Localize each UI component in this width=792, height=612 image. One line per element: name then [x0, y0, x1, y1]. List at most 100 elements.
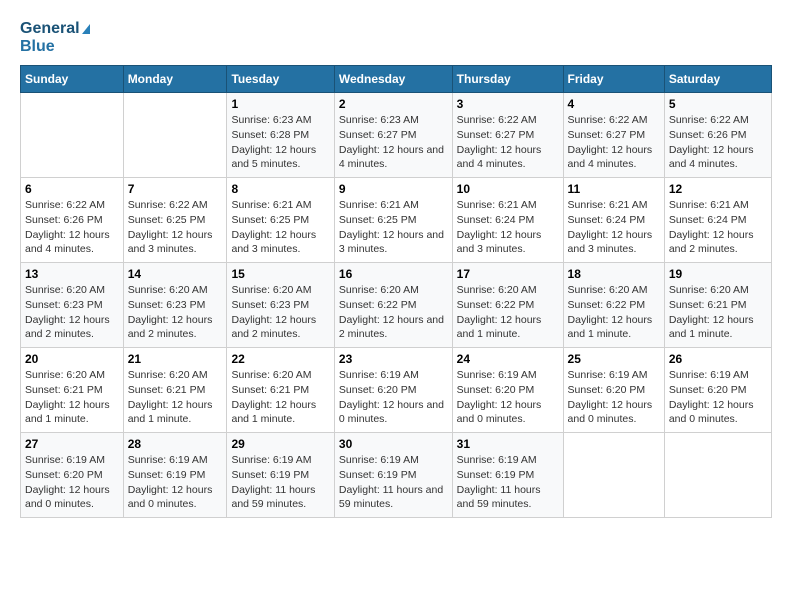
calendar-cell: 18 Sunrise: 6:20 AMSunset: 6:22 PMDayligh…	[563, 263, 664, 348]
day-number: 25	[568, 352, 660, 366]
day-number: 26	[669, 352, 767, 366]
calendar-week-row: 13 Sunrise: 6:20 AMSunset: 6:23 PMDayligh…	[21, 263, 772, 348]
calendar-week-row: 6 Sunrise: 6:22 AMSunset: 6:26 PMDaylight…	[21, 178, 772, 263]
day-number: 12	[669, 182, 767, 196]
weekday-header: Monday	[123, 66, 227, 93]
calendar-cell: 24 Sunrise: 6:19 AMSunset: 6:20 PMDayligh…	[452, 348, 563, 433]
calendar-table: SundayMondayTuesdayWednesdayThursdayFrid…	[20, 65, 772, 518]
calendar-cell: 22 Sunrise: 6:20 AMSunset: 6:21 PMDayligh…	[227, 348, 334, 433]
day-info: Sunrise: 6:19 AMSunset: 6:19 PMDaylight:…	[457, 453, 559, 512]
day-info: Sunrise: 6:22 AMSunset: 6:26 PMDaylight:…	[25, 198, 119, 257]
day-info: Sunrise: 6:20 AMSunset: 6:23 PMDaylight:…	[128, 283, 223, 342]
weekday-header: Sunday	[21, 66, 124, 93]
calendar-week-row: 20Sunrise: 6:20 AMSunset: 6:21 PMDayligh…	[21, 348, 772, 433]
weekday-header: Wednesday	[334, 66, 452, 93]
calendar-cell: 29 Sunrise: 6:19 AMSunset: 6:19 PMDayligh…	[227, 433, 334, 518]
day-info: Sunrise: 6:19 AMSunset: 6:20 PMDaylight:…	[669, 368, 767, 427]
day-number: 23	[339, 352, 448, 366]
day-number: 1	[231, 97, 329, 111]
calendar-cell: 11 Sunrise: 6:21 AMSunset: 6:24 PMDayligh…	[563, 178, 664, 263]
weekday-header: Thursday	[452, 66, 563, 93]
calendar-cell: 27 Sunrise: 6:19 AMSunset: 6:20 PMDayligh…	[21, 433, 124, 518]
calendar-cell	[123, 93, 227, 178]
day-number: 13	[25, 267, 119, 281]
calendar-cell: 14 Sunrise: 6:20 AMSunset: 6:23 PMDayligh…	[123, 263, 227, 348]
calendar-cell: 9 Sunrise: 6:21 AMSunset: 6:25 PMDaylight…	[334, 178, 452, 263]
calendar-cell: 25Sunrise: 6:19 AMSunset: 6:20 PMDayligh…	[563, 348, 664, 433]
weekday-header: Friday	[563, 66, 664, 93]
day-number: 29	[231, 437, 329, 451]
calendar-cell: 21Sunrise: 6:20 AMSunset: 6:21 PMDayligh…	[123, 348, 227, 433]
day-number: 19	[669, 267, 767, 281]
day-number: 7	[128, 182, 223, 196]
calendar-cell: 31 Sunrise: 6:19 AMSunset: 6:19 PMDayligh…	[452, 433, 563, 518]
day-info: Sunrise: 6:20 AMSunset: 6:21 PMDaylight:…	[231, 368, 329, 427]
day-info: Sunrise: 6:20 AMSunset: 6:21 PMDaylight:…	[128, 368, 223, 427]
day-info: Sunrise: 6:20 AMSunset: 6:22 PMDaylight:…	[568, 283, 660, 342]
calendar-cell: 10 Sunrise: 6:21 AMSunset: 6:24 PMDayligh…	[452, 178, 563, 263]
day-number: 6	[25, 182, 119, 196]
day-number: 24	[457, 352, 559, 366]
calendar-cell: 1 Sunrise: 6:23 AMSunset: 6:28 PMDaylight…	[227, 93, 334, 178]
day-number: 31	[457, 437, 559, 451]
day-info: Sunrise: 6:20 AMSunset: 6:22 PMDaylight:…	[339, 283, 448, 342]
calendar-cell: 19 Sunrise: 6:20 AMSunset: 6:21 PMDayligh…	[664, 263, 771, 348]
day-info: Sunrise: 6:19 AMSunset: 6:19 PMDaylight:…	[231, 453, 329, 512]
day-info: Sunrise: 6:19 AMSunset: 6:20 PMDaylight:…	[25, 453, 119, 512]
day-info: Sunrise: 6:21 AMSunset: 6:24 PMDaylight:…	[457, 198, 559, 257]
day-info: Sunrise: 6:20 AMSunset: 6:23 PMDaylight:…	[231, 283, 329, 342]
day-info: Sunrise: 6:23 AMSunset: 6:28 PMDaylight:…	[231, 113, 329, 172]
day-number: 18	[568, 267, 660, 281]
day-info: Sunrise: 6:20 AMSunset: 6:21 PMDaylight:…	[25, 368, 119, 427]
calendar-week-row: 1 Sunrise: 6:23 AMSunset: 6:28 PMDaylight…	[21, 93, 772, 178]
day-number: 30	[339, 437, 448, 451]
calendar-cell	[563, 433, 664, 518]
day-number: 14	[128, 267, 223, 281]
day-info: Sunrise: 6:19 AMSunset: 6:19 PMDaylight:…	[128, 453, 223, 512]
calendar-cell: 12 Sunrise: 6:21 AMSunset: 6:24 PMDayligh…	[664, 178, 771, 263]
day-info: Sunrise: 6:21 AMSunset: 6:25 PMDaylight:…	[231, 198, 329, 257]
logo-general: General	[20, 20, 90, 38]
calendar-cell: 17Sunrise: 6:20 AMSunset: 6:22 PMDayligh…	[452, 263, 563, 348]
calendar-cell: 4 Sunrise: 6:22 AMSunset: 6:27 PMDaylight…	[563, 93, 664, 178]
calendar-cell: 26 Sunrise: 6:19 AMSunset: 6:20 PMDayligh…	[664, 348, 771, 433]
day-info: Sunrise: 6:19 AMSunset: 6:20 PMDaylight:…	[457, 368, 559, 427]
day-number: 16	[339, 267, 448, 281]
day-info: Sunrise: 6:23 AMSunset: 6:27 PMDaylight:…	[339, 113, 448, 172]
calendar-cell: 23Sunrise: 6:19 AMSunset: 6:20 PMDayligh…	[334, 348, 452, 433]
calendar-cell: 16 Sunrise: 6:20 AMSunset: 6:22 PMDayligh…	[334, 263, 452, 348]
day-number: 22	[231, 352, 329, 366]
day-info: Sunrise: 6:21 AMSunset: 6:24 PMDaylight:…	[669, 198, 767, 257]
day-number: 3	[457, 97, 559, 111]
day-number: 9	[339, 182, 448, 196]
day-info: Sunrise: 6:22 AMSunset: 6:27 PMDaylight:…	[457, 113, 559, 172]
day-number: 28	[128, 437, 223, 451]
calendar-cell: 13 Sunrise: 6:20 AMSunset: 6:23 PMDayligh…	[21, 263, 124, 348]
day-number: 8	[231, 182, 329, 196]
page-header: General Blue	[20, 20, 772, 55]
day-info: Sunrise: 6:20 AMSunset: 6:22 PMDaylight:…	[457, 283, 559, 342]
calendar-cell	[664, 433, 771, 518]
calendar-week-row: 27 Sunrise: 6:19 AMSunset: 6:20 PMDayligh…	[21, 433, 772, 518]
weekday-header-row: SundayMondayTuesdayWednesdayThursdayFrid…	[21, 66, 772, 93]
logo-blue: Blue	[20, 38, 90, 56]
weekday-header: Tuesday	[227, 66, 334, 93]
day-info: Sunrise: 6:21 AMSunset: 6:24 PMDaylight:…	[568, 198, 660, 257]
calendar-cell: 6 Sunrise: 6:22 AMSunset: 6:26 PMDaylight…	[21, 178, 124, 263]
calendar-cell: 7 Sunrise: 6:22 AMSunset: 6:25 PMDaylight…	[123, 178, 227, 263]
calendar-cell: 2Sunrise: 6:23 AMSunset: 6:27 PMDaylight…	[334, 93, 452, 178]
day-info: Sunrise: 6:20 AMSunset: 6:23 PMDaylight:…	[25, 283, 119, 342]
day-info: Sunrise: 6:22 AMSunset: 6:25 PMDaylight:…	[128, 198, 223, 257]
day-info: Sunrise: 6:22 AMSunset: 6:26 PMDaylight:…	[669, 113, 767, 172]
day-info: Sunrise: 6:22 AMSunset: 6:27 PMDaylight:…	[568, 113, 660, 172]
day-info: Sunrise: 6:21 AMSunset: 6:25 PMDaylight:…	[339, 198, 448, 257]
day-number: 15	[231, 267, 329, 281]
day-number: 10	[457, 182, 559, 196]
day-info: Sunrise: 6:20 AMSunset: 6:21 PMDaylight:…	[669, 283, 767, 342]
day-number: 27	[25, 437, 119, 451]
day-number: 4	[568, 97, 660, 111]
calendar-cell: 28 Sunrise: 6:19 AMSunset: 6:19 PMDayligh…	[123, 433, 227, 518]
calendar-cell: 8 Sunrise: 6:21 AMSunset: 6:25 PMDaylight…	[227, 178, 334, 263]
day-number: 11	[568, 182, 660, 196]
calendar-cell: 20Sunrise: 6:20 AMSunset: 6:21 PMDayligh…	[21, 348, 124, 433]
